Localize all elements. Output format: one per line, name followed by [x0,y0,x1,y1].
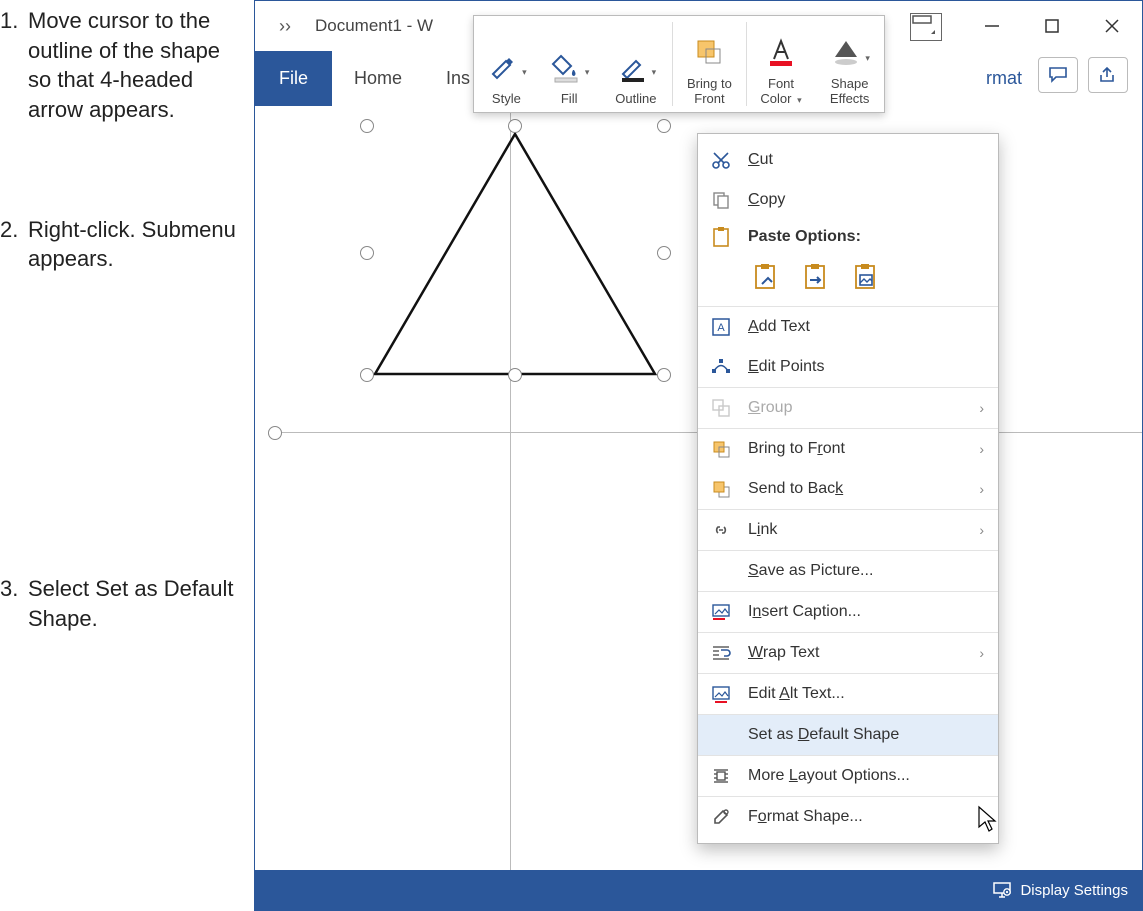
alt-text-icon [708,684,734,704]
shape-effects-button[interactable]: ▾ ShapeEffects [815,16,884,112]
step3-number: 3. [0,574,28,633]
clipboard-icon [708,226,734,248]
chevron-icon[interactable]: ›› [255,16,315,37]
menu-insert-caption[interactable]: Insert Caption... [698,591,998,632]
copy-icon [708,190,734,210]
send-back-icon [708,479,734,499]
handle-ne[interactable] [657,119,671,133]
status-bar: Display Settings [255,870,1142,910]
chevron-right-icon: › [979,645,984,661]
handle-extra[interactable] [268,426,282,440]
menu-bring-to-front[interactable]: Bring to Front › [698,428,998,469]
menu-paste-options-label: Paste Options: [698,220,998,254]
instructions-panel: 1. Move cursor to the outline of the sha… [0,0,250,634]
title-action-buttons [1038,57,1128,93]
word-window: ›› Document1 - W File Home Ins rmat ▾ St… [254,0,1143,911]
fill-button[interactable]: ▾ Fill [539,16,600,112]
context-menu: Cut Copy Paste Options: A Add Text Edit … [697,133,999,844]
display-settings-icon [992,881,1012,899]
display-settings-button[interactable]: Display Settings [992,881,1128,899]
handle-sw[interactable] [360,368,374,382]
handle-e[interactable] [657,246,671,260]
mini-toolbar: ▾ Style ▾ Fill ▾ Outline Bring toFront [473,15,885,113]
style-button[interactable]: ▾ Style [474,16,539,112]
menu-set-default-shape[interactable]: Set as Default Shape [698,714,998,755]
font-color-button[interactable]: FontColor ▾ [747,16,816,112]
bring-to-front-button[interactable]: Bring toFront [673,16,746,112]
menu-format-shape[interactable]: Format Shape... [698,796,998,837]
outline-button[interactable]: ▾ Outline [600,16,673,112]
step2-number: 2. [0,215,28,274]
handle-se[interactable] [657,368,671,382]
tab-home[interactable]: Home [332,51,424,106]
share-button[interactable] [1088,57,1128,93]
link-icon [708,520,734,540]
window-controls [962,1,1142,51]
paste-picture-button[interactable] [848,258,886,296]
bring-front-icon [708,439,734,459]
triangle-shape[interactable] [365,124,665,384]
wrap-text-icon [708,643,734,663]
minimize-button[interactable] [962,1,1022,51]
group-icon [708,398,734,418]
svg-text:A: A [717,322,725,334]
step1-text: Move cursor to the outline of the shape … [28,6,240,125]
menu-link[interactable]: Link › [698,509,998,550]
document-title: Document1 - W [315,16,433,36]
handle-n[interactable] [508,119,522,133]
comments-button[interactable] [1038,57,1078,93]
tab-format-partial[interactable]: rmat [986,51,1022,106]
chevron-right-icon: › [979,441,984,457]
cursor-pointer-icon [977,805,999,833]
edit-points-icon [708,357,734,377]
format-shape-icon [708,807,734,827]
tab-file[interactable]: File [255,51,332,106]
close-button[interactable] [1082,1,1142,51]
step1-number: 1. [0,6,28,125]
paste-merge-button[interactable] [798,258,836,296]
menu-save-as-picture[interactable]: Save as Picture... [698,550,998,591]
menu-edit-alt-text[interactable]: Edit Alt Text... [698,673,998,714]
step2-text: Right-click. Submenu appears. [28,215,240,274]
menu-add-text[interactable]: A Add Text [698,306,998,347]
menu-send-to-back[interactable]: Send to Back › [698,469,998,509]
chevron-right-icon: › [979,481,984,497]
menu-edit-points[interactable]: Edit Points [698,347,998,387]
layout-icon [708,766,734,786]
menu-more-layout-options[interactable]: More Layout Options... [698,755,998,796]
handle-s[interactable] [508,368,522,382]
scissors-icon [708,150,734,170]
chevron-right-icon: › [979,400,984,416]
menu-group: Group › [698,387,998,428]
ribbon-display-options-button[interactable] [910,13,942,41]
menu-wrap-text[interactable]: Wrap Text › [698,632,998,673]
add-text-icon: A [708,317,734,337]
tab-insert-partial[interactable]: Ins [424,51,474,106]
menu-copy[interactable]: Copy [698,180,998,220]
step3-text: Select Set as Default Shape. [28,574,240,633]
handle-nw[interactable] [360,119,374,133]
paste-keep-source-button[interactable] [748,258,786,296]
paste-options-row [698,254,998,306]
handle-w[interactable] [360,246,374,260]
restore-button[interactable] [1022,1,1082,51]
chevron-right-icon: › [979,522,984,538]
menu-cut[interactable]: Cut [698,140,998,180]
caption-icon [708,602,734,622]
